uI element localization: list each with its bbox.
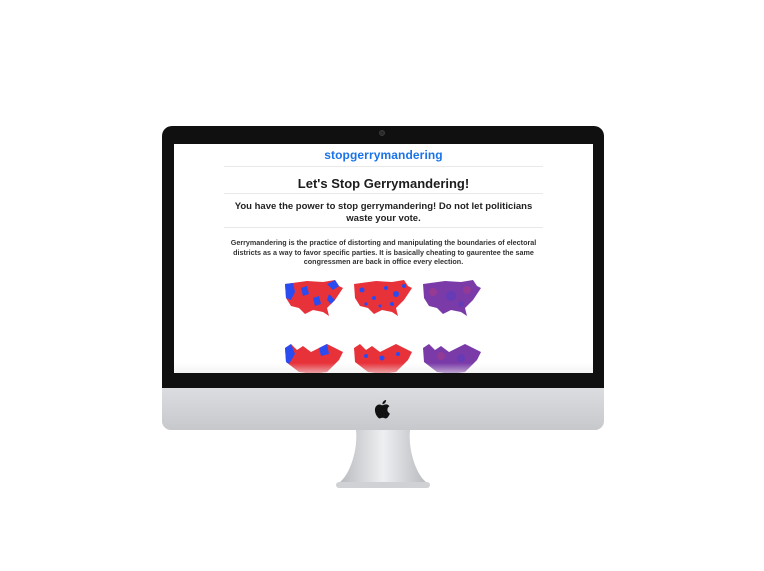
- subtitle-section: You have the power to stop gerrymanderin…: [224, 201, 543, 228]
- page-subtitle: You have the power to stop gerrymanderin…: [234, 201, 533, 224]
- page-description: Gerrymandering is the practice of distor…: [230, 238, 537, 266]
- monitor-stand: [336, 430, 430, 488]
- monitor-chin: [162, 388, 604, 430]
- district-maps-gallery: [283, 278, 483, 373]
- screen-shadow: [174, 363, 593, 373]
- title-section: Let's Stop Gerrymandering!: [224, 167, 543, 194]
- site-logo-link[interactable]: stopgerrymandering: [324, 148, 443, 162]
- camera-icon: [379, 130, 385, 136]
- us-map-image-1: [285, 280, 343, 316]
- screen: stopgerrymandering Let's Stop Gerrymande…: [174, 144, 593, 373]
- site-header: stopgerrymandering: [224, 144, 543, 167]
- imac-mockup: stopgerrymandering Let's Stop Gerrymande…: [0, 0, 764, 571]
- monitor-bezel: stopgerrymandering Let's Stop Gerrymande…: [162, 126, 604, 388]
- page-title: Let's Stop Gerrymandering!: [297, 176, 470, 191]
- apple-icon: [374, 400, 390, 419]
- us-map-image-2: [354, 280, 412, 316]
- us-map-image-3: [423, 280, 481, 316]
